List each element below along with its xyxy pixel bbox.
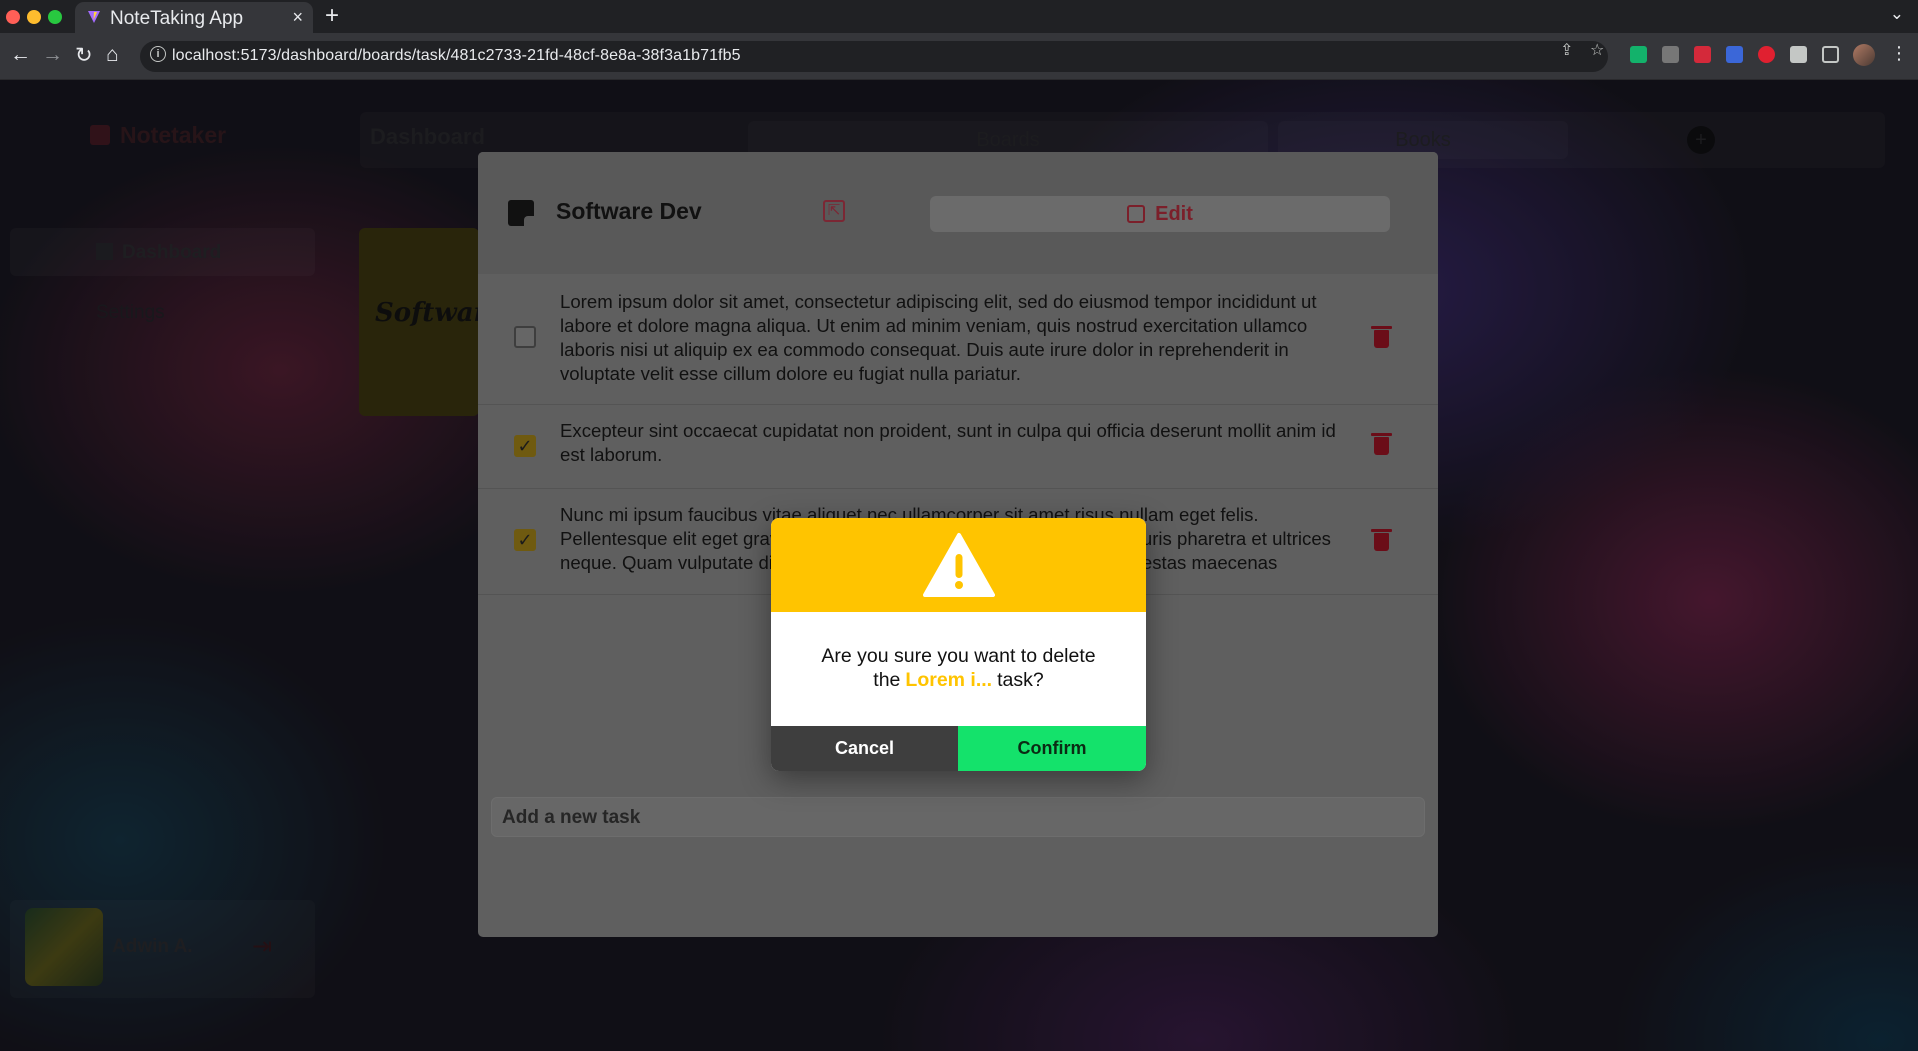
expand-icon[interactable]: ⇱ bbox=[823, 200, 845, 222]
delete-task-icon[interactable] bbox=[1371, 326, 1392, 348]
sticky-note-icon bbox=[508, 200, 534, 226]
tab-title: NoteTaking App bbox=[110, 8, 244, 29]
address-bar[interactable]: i localhost:5173/dashboard/boards/task/4… bbox=[140, 41, 1608, 72]
side-panel-icon[interactable] bbox=[1822, 46, 1839, 63]
new-tab-button[interactable]: + bbox=[325, 2, 339, 30]
profile-avatar[interactable] bbox=[1853, 44, 1875, 66]
extension-5-icon[interactable] bbox=[1758, 46, 1775, 63]
vite-favicon-icon bbox=[88, 11, 100, 23]
extension-1-icon[interactable] bbox=[1630, 46, 1647, 63]
edit-pen-icon bbox=[1127, 205, 1146, 223]
browser-menu-icon[interactable]: ⋮ bbox=[1890, 43, 1908, 64]
task-checkbox[interactable]: ✓ bbox=[514, 529, 536, 551]
dialog-message-suffix: task? bbox=[997, 669, 1044, 691]
edit-button[interactable]: Edit bbox=[930, 196, 1390, 232]
cancel-button[interactable]: Cancel bbox=[771, 726, 958, 771]
task-checkbox[interactable]: ✓ bbox=[514, 435, 536, 457]
extension-4-icon[interactable] bbox=[1726, 46, 1743, 63]
app-viewport: Notetaker Dashboard Boards Books + Dashb… bbox=[0, 80, 1918, 1051]
task-row: Lorem ipsum dolor sit amet, consectetur … bbox=[478, 274, 1438, 405]
maximize-window-button[interactable] bbox=[48, 10, 62, 24]
task-row: ✓ Excepteur sint occaecat cupidatat non … bbox=[478, 405, 1438, 489]
task-name-highlight: Lorem i... bbox=[905, 669, 993, 691]
browser-tab-bar: NoteTaking App × + ⌄ bbox=[0, 0, 1918, 33]
browser-toolbar: ← → ↻ ⌂ i localhost:5173/dashboard/board… bbox=[0, 33, 1918, 80]
home-icon[interactable]: ⌂ bbox=[106, 43, 119, 67]
dialog-warning-header bbox=[771, 518, 1146, 612]
edit-button-label: Edit bbox=[1155, 203, 1193, 225]
warning-icon bbox=[923, 533, 995, 597]
board-title: Software Dev bbox=[556, 198, 702, 224]
delete-confirm-dialog: Are you sure you want to delete the Lorem… bbox=[771, 518, 1146, 771]
tab-close-icon[interactable]: × bbox=[292, 7, 303, 28]
dialog-message: Are you sure you want to delete the Lorem… bbox=[801, 644, 1116, 692]
extension-2-icon[interactable] bbox=[1662, 46, 1679, 63]
task-text[interactable]: Lorem ipsum dolor sit amet, consectetur … bbox=[560, 290, 1340, 386]
delete-task-icon[interactable] bbox=[1371, 433, 1392, 455]
site-info-icon[interactable]: i bbox=[150, 46, 166, 62]
forward-icon[interactable]: → bbox=[42, 43, 63, 67]
tab-search-icon[interactable]: ⌄ bbox=[1890, 4, 1904, 24]
add-task-input[interactable]: Add a new task bbox=[491, 797, 1425, 837]
close-window-button[interactable] bbox=[6, 10, 20, 24]
delete-task-icon[interactable] bbox=[1371, 529, 1392, 551]
task-modal-header: Software Dev ⇱ Edit bbox=[478, 152, 1438, 274]
bookmark-star-icon[interactable]: ☆ bbox=[1590, 40, 1604, 60]
extensions-puzzle-icon[interactable] bbox=[1790, 46, 1807, 63]
url-text[interactable]: localhost:5173/dashboard/boards/task/481… bbox=[172, 47, 741, 65]
browser-tab[interactable]: NoteTaking App × bbox=[75, 2, 313, 33]
share-icon[interactable]: ⇪ bbox=[1560, 40, 1573, 60]
confirm-button[interactable]: Confirm bbox=[958, 726, 1146, 771]
task-checkbox[interactable] bbox=[514, 326, 536, 348]
extension-3-icon[interactable] bbox=[1694, 46, 1711, 63]
back-icon[interactable]: ← bbox=[10, 43, 31, 67]
task-text[interactable]: Excepteur sint occaecat cupidatat non pr… bbox=[560, 419, 1340, 467]
minimize-window-button[interactable] bbox=[27, 10, 41, 24]
add-task-placeholder: Add a new task bbox=[502, 807, 641, 828]
reload-icon[interactable]: ↻ bbox=[75, 43, 93, 68]
